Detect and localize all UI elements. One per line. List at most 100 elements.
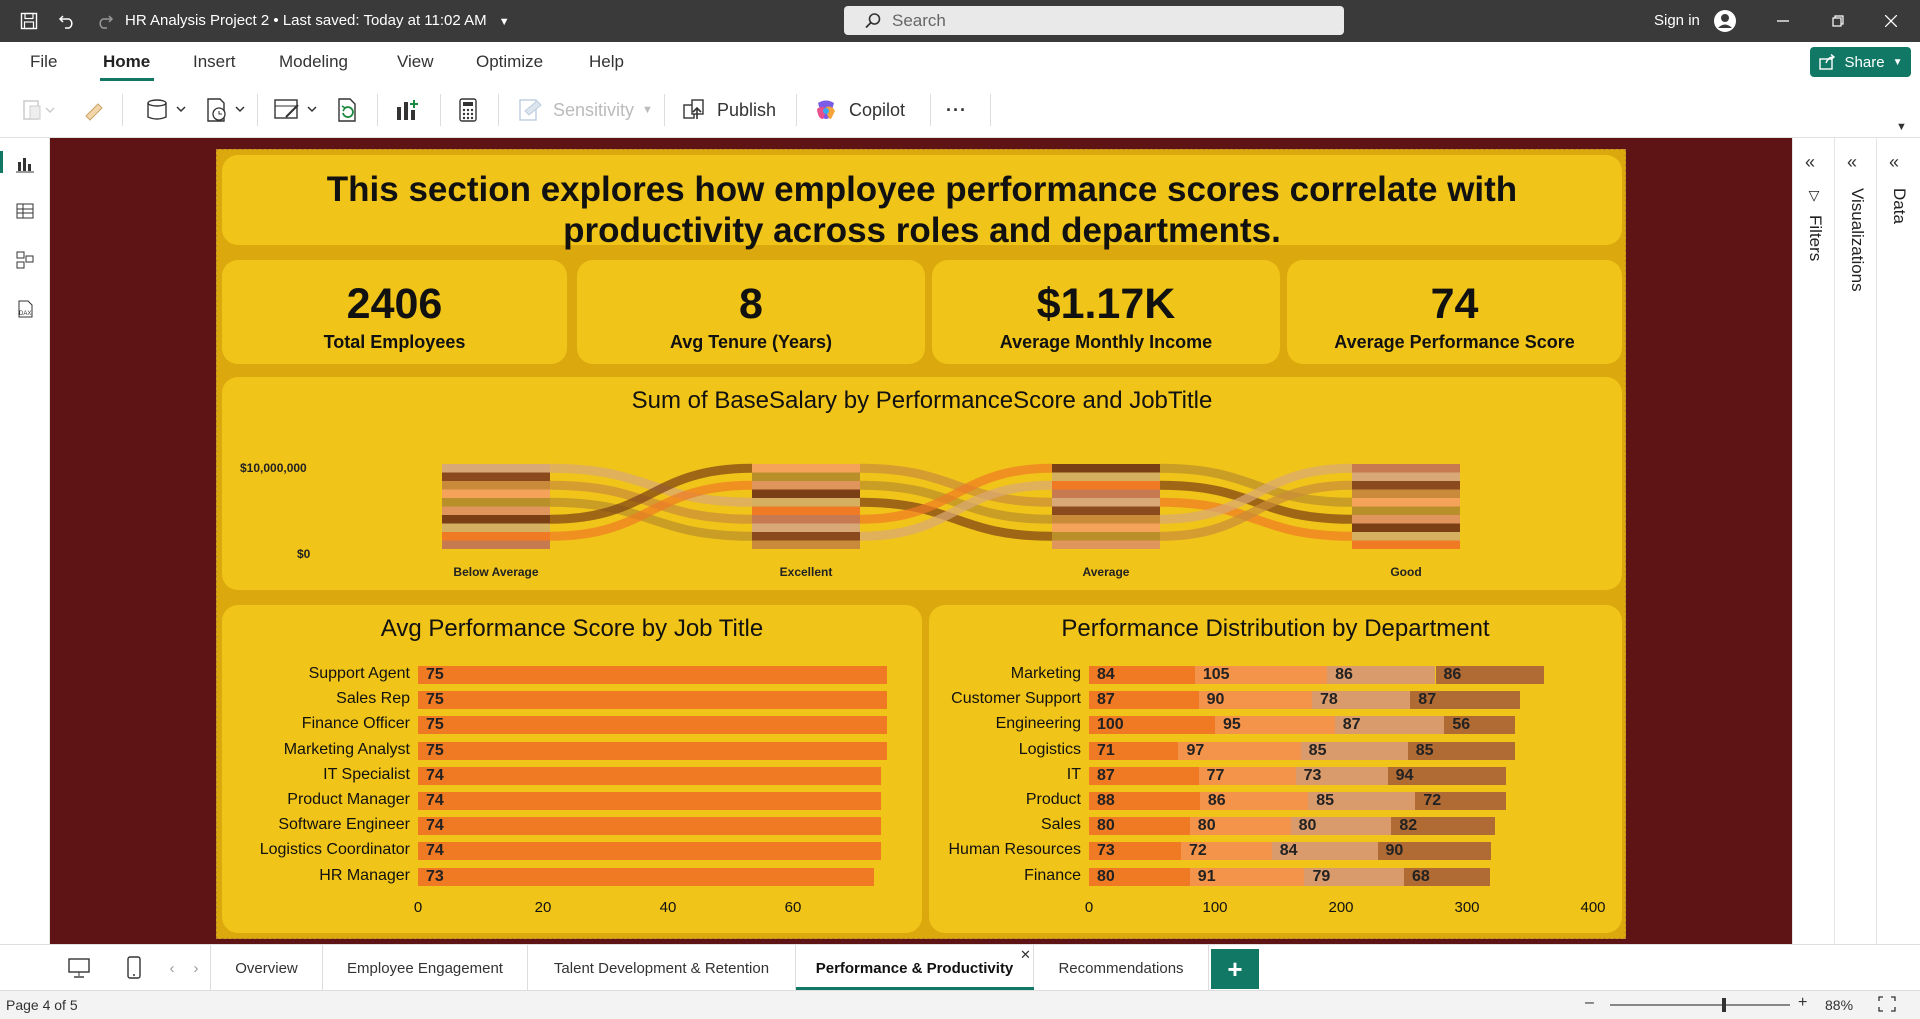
format-painter-icon[interactable] (82, 95, 108, 125)
ribbon-segment[interactable] (442, 506, 550, 516)
ribbon-segment[interactable] (1052, 532, 1160, 541)
ribbon-segment[interactable] (752, 472, 860, 482)
recent-sources-icon[interactable] (204, 95, 248, 125)
menu-file[interactable]: File (30, 52, 57, 72)
bar[interactable] (418, 691, 887, 710)
ribbon-segment[interactable] (752, 489, 860, 499)
restore-icon[interactable] (1815, 0, 1861, 42)
menu-help[interactable]: Help (589, 52, 624, 72)
save-icon[interactable] (14, 0, 44, 42)
chevron-right-icon[interactable]: › (184, 945, 208, 991)
copilot-button[interactable]: Copilot (813, 95, 905, 125)
ribbon-segment[interactable] (752, 481, 860, 490)
transform-data-icon[interactable] (272, 95, 320, 125)
dax-query-view-icon[interactable]: DAX (13, 297, 37, 321)
bar[interactable] (418, 842, 881, 861)
ribbon-segment[interactable] (1052, 515, 1160, 524)
search-input[interactable]: Search (844, 6, 1344, 35)
model-view-icon[interactable] (13, 248, 37, 272)
ribbon-segment[interactable] (1052, 464, 1160, 473)
calculator-icon[interactable] (455, 95, 481, 125)
menu-home[interactable]: Home (103, 52, 150, 72)
filters-pane[interactable]: « ▽ Filters (1793, 138, 1835, 944)
department-chart-card[interactable]: Performance Distribution by Department M… (929, 605, 1622, 933)
ribbon-segment[interactable] (752, 523, 860, 533)
kpi-card-avg-tenure[interactable]: 8 Avg Tenure (Years) (577, 260, 925, 364)
ribbon-segment[interactable] (1052, 481, 1160, 490)
paste-icon[interactable] (22, 95, 56, 125)
close-icon[interactable] (1868, 0, 1914, 42)
ribbon-segment[interactable] (442, 489, 550, 499)
bar[interactable] (418, 766, 881, 785)
ribbon-segment[interactable] (1052, 540, 1160, 550)
data-pane[interactable]: « Data (1877, 138, 1919, 944)
tab-talent-development[interactable]: Talent Development & Retention (528, 945, 796, 991)
ribbon-segment[interactable] (442, 464, 550, 473)
sensitivity-button[interactable]: Sensitivity ▼ (517, 95, 653, 125)
ribbon-segment[interactable] (442, 472, 550, 482)
desktop-layout-icon[interactable] (52, 945, 106, 991)
ribbon-segment[interactable] (1052, 523, 1160, 533)
ribbon-segment[interactable] (1052, 506, 1160, 516)
ribbon-segment[interactable] (752, 515, 860, 524)
ribbon-segment[interactable] (442, 532, 550, 541)
chevron-down-icon[interactable]: ▼ (499, 16, 510, 28)
ribbon-segment[interactable] (1352, 472, 1460, 482)
ribbon-segment[interactable] (442, 540, 550, 550)
ribbon-segment[interactable] (752, 498, 860, 507)
kpi-card-avg-income[interactable]: $1.17K Average Monthly Income (932, 260, 1280, 364)
kpi-card-total-employees[interactable]: 2406 Total Employees (222, 260, 567, 364)
collapse-icon[interactable]: « (1889, 152, 1899, 173)
ribbon-segment[interactable] (752, 540, 860, 550)
bar[interactable] (418, 817, 881, 836)
ribbon-segment[interactable] (442, 498, 550, 507)
menu-insert[interactable]: Insert (193, 52, 236, 72)
table-view-icon[interactable] (13, 199, 37, 223)
ribbon-segment[interactable] (1052, 498, 1160, 507)
ribbon-segment[interactable] (1352, 506, 1460, 516)
menu-modeling[interactable]: Modeling (279, 52, 348, 72)
ribbon-segment[interactable] (752, 506, 860, 516)
new-visual-icon[interactable] (394, 95, 422, 125)
mobile-layout-icon[interactable] (110, 945, 158, 991)
bar[interactable] (418, 666, 887, 684)
ribbon-segment[interactable] (442, 523, 550, 533)
kpi-card-avg-performance[interactable]: 74 Average Performance Score (1287, 260, 1622, 364)
ribbon-segment[interactable] (1352, 540, 1460, 550)
ribbon-segment[interactable] (1352, 489, 1460, 499)
get-data-icon[interactable] (145, 95, 189, 125)
minimize-icon[interactable] (1760, 0, 1806, 42)
ribbon-segment[interactable] (1052, 489, 1160, 499)
ribbon-segment[interactable] (1052, 472, 1160, 482)
tab-recommendations[interactable]: Recommendations (1034, 945, 1209, 991)
collapse-icon[interactable]: « (1805, 152, 1815, 173)
menu-view[interactable]: View (397, 52, 434, 72)
report-view-icon[interactable] (13, 151, 37, 175)
ribbon-segment[interactable] (442, 481, 550, 490)
ribbon-segment[interactable] (1352, 464, 1460, 473)
ribbon-segment[interactable] (1352, 515, 1460, 524)
zoom-in-icon[interactable]: + (1798, 994, 1807, 1012)
ribbon-segment[interactable] (1352, 481, 1460, 490)
publish-button[interactable]: Publish (681, 95, 776, 125)
visualizations-pane[interactable]: « Visualizations (1835, 138, 1877, 944)
bar[interactable] (418, 792, 881, 810)
bar[interactable] (418, 867, 875, 886)
zoom-out-icon[interactable]: – (1585, 994, 1594, 1012)
job-title-chart-card[interactable]: Avg Performance Score by Job Title Suppo… (222, 605, 922, 933)
bar[interactable] (418, 716, 887, 735)
refresh-icon[interactable] (334, 95, 360, 125)
tab-employee-engagement[interactable]: Employee Engagement (323, 945, 528, 991)
menu-optimize[interactable]: Optimize (476, 52, 543, 72)
ribbon-segment[interactable] (442, 515, 550, 524)
ribbon-segment[interactable] (752, 464, 860, 473)
ribbon-chart-card[interactable]: Sum of BaseSalary by PerformanceScore an… (222, 377, 1622, 590)
chevron-left-icon[interactable]: ‹ (160, 945, 184, 991)
collapse-icon[interactable]: « (1847, 152, 1857, 173)
ribbon-segment[interactable] (1352, 532, 1460, 541)
sign-in-link[interactable]: Sign in (1654, 12, 1700, 29)
tab-performance-productivity[interactable]: Performance & Productivity (796, 945, 1034, 991)
tab-overview[interactable]: Overview (210, 945, 323, 991)
close-tab-icon[interactable]: ✕ (1020, 947, 1031, 963)
document-title[interactable]: HR Analysis Project 2 • Last saved: Toda… (125, 12, 510, 29)
